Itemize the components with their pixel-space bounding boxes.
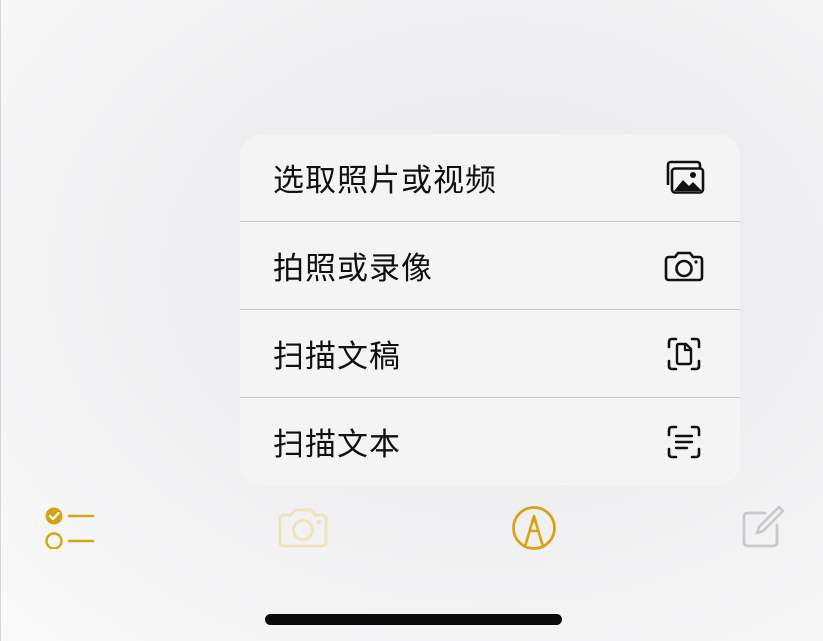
toolbar-camera-button[interactable] xyxy=(273,505,333,553)
menu-item-label: 拍照或录像 xyxy=(273,251,433,287)
menu-item-label: 扫描文本 xyxy=(273,427,401,463)
markup-pen-icon xyxy=(510,504,558,556)
checklist-icon xyxy=(41,503,97,553)
doc-scan-icon xyxy=(662,334,706,374)
window-edge xyxy=(0,0,1,641)
menu-item-scan-document[interactable]: 扫描文稿 xyxy=(240,310,740,398)
menu-item-label: 扫描文稿 xyxy=(273,339,401,375)
photo-library-icon xyxy=(662,158,706,198)
attachment-menu: 选取照片或视频 拍照或录像 扫描文稿 扫描文本 xyxy=(240,134,740,485)
text-scan-icon xyxy=(662,422,706,462)
camera-icon xyxy=(275,505,331,553)
compose-button[interactable] xyxy=(738,504,788,554)
checklist-button[interactable] xyxy=(40,503,98,553)
menu-item-take-photo-video[interactable]: 拍照或录像 xyxy=(240,222,740,310)
home-indicator[interactable] xyxy=(265,614,562,625)
notes-screen: 选取照片或视频 拍照或录像 扫描文稿 扫描文本 xyxy=(0,0,823,641)
markup-button[interactable] xyxy=(508,506,560,554)
menu-item-scan-text[interactable]: 扫描文本 xyxy=(240,398,740,485)
compose-icon xyxy=(739,503,787,555)
camera-icon xyxy=(662,246,706,286)
menu-item-label: 选取照片或视频 xyxy=(273,163,497,199)
menu-item-choose-photo-video[interactable]: 选取照片或视频 xyxy=(240,134,740,222)
